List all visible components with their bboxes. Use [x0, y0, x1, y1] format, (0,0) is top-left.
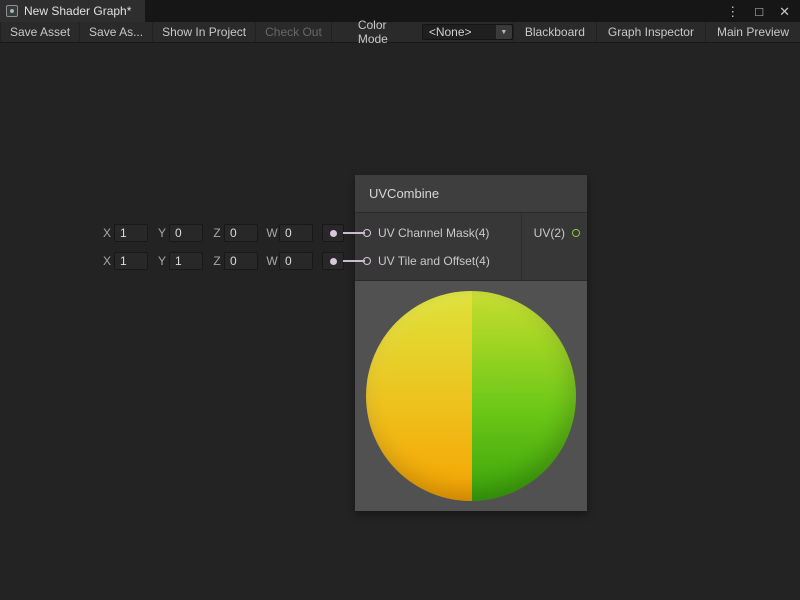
- node-preview: [355, 281, 587, 511]
- field-z-input[interactable]: 0: [224, 252, 258, 270]
- port-dot-icon: [330, 230, 337, 237]
- field-label-z: Z: [210, 254, 224, 268]
- blackboard-button[interactable]: Blackboard: [513, 22, 596, 42]
- field-label-w: W: [265, 254, 279, 268]
- node-ports: UV Channel Mask(4) UV Tile and Offset(4)…: [355, 213, 587, 281]
- field-z-input[interactable]: 0: [224, 224, 258, 242]
- port-connector[interactable]: [322, 224, 344, 242]
- input-port-label: UV Tile and Offset(4): [378, 254, 490, 268]
- shader-graph-icon: [6, 5, 18, 17]
- field-label-x: X: [100, 254, 114, 268]
- vector2-port-icon[interactable]: [572, 229, 580, 237]
- field-label-w: W: [265, 226, 279, 240]
- show-in-project-button[interactable]: Show In Project: [153, 22, 256, 42]
- input-port-label: UV Channel Mask(4): [378, 226, 489, 240]
- field-x-input[interactable]: 1: [114, 252, 148, 270]
- save-as-button[interactable]: Save As...: [80, 22, 153, 42]
- edge-uv-channel-mask[interactable]: [343, 232, 365, 234]
- field-y-input[interactable]: 1: [169, 252, 203, 270]
- color-mode-value: <None>: [429, 25, 472, 39]
- preview-sphere: [366, 291, 576, 501]
- node-title: UVCombine: [369, 186, 439, 201]
- close-icon[interactable]: ✕: [779, 5, 790, 18]
- color-mode-dropdown[interactable]: <None> ▼: [422, 24, 513, 40]
- toolbar-right-group: Blackboard Graph Inspector Main Preview: [513, 22, 800, 42]
- main-preview-button[interactable]: Main Preview: [705, 22, 800, 42]
- save-asset-button[interactable]: Save Asset: [0, 22, 80, 42]
- input-port-uv-tile-offset[interactable]: UV Tile and Offset(4): [355, 247, 490, 275]
- field-label-x: X: [100, 226, 114, 240]
- port-divider: [521, 213, 522, 280]
- port-connector[interactable]: [322, 252, 344, 270]
- vector4-field-row-2: X 1 Y 1 Z 0 W 0: [100, 250, 344, 272]
- color-mode-label: Color Mode: [358, 18, 422, 46]
- field-label-y: Y: [155, 226, 169, 240]
- toolbar: Save Asset Save As... Show In Project Ch…: [0, 22, 800, 43]
- output-port-uv[interactable]: UV(2): [534, 219, 580, 247]
- node-inputs: UV Channel Mask(4) UV Tile and Offset(4): [355, 219, 490, 275]
- output-port-label: UV(2): [534, 226, 565, 240]
- field-w-input[interactable]: 0: [279, 252, 313, 270]
- field-label-y: Y: [155, 254, 169, 268]
- field-x-input[interactable]: 1: [114, 224, 148, 242]
- uvcombine-node[interactable]: UVCombine UV Channel Mask(4) UV Tile and…: [355, 175, 587, 511]
- tab-title: New Shader Graph*: [24, 4, 131, 18]
- document-tab[interactable]: New Shader Graph*: [0, 0, 145, 22]
- kebab-menu-icon[interactable]: ⋮: [726, 5, 739, 18]
- vector4-field-row-1: X 1 Y 0 Z 0 W 0: [100, 222, 344, 244]
- field-label-z: Z: [210, 226, 224, 240]
- port-dot-icon: [330, 258, 337, 265]
- field-y-input[interactable]: 0: [169, 224, 203, 242]
- edge-uv-tile-offset[interactable]: [343, 260, 365, 262]
- check-out-button: Check Out: [256, 22, 332, 42]
- input-port-uv-channel-mask[interactable]: UV Channel Mask(4): [355, 219, 490, 247]
- field-w-input[interactable]: 0: [279, 224, 313, 242]
- color-mode-group: Color Mode <None> ▼: [358, 22, 513, 42]
- maximize-icon[interactable]: □: [755, 5, 763, 18]
- node-header[interactable]: UVCombine: [355, 175, 587, 213]
- window-controls: ⋮ □ ✕: [726, 0, 800, 22]
- graph-inspector-button[interactable]: Graph Inspector: [596, 22, 705, 42]
- chevron-down-icon: ▼: [496, 25, 512, 39]
